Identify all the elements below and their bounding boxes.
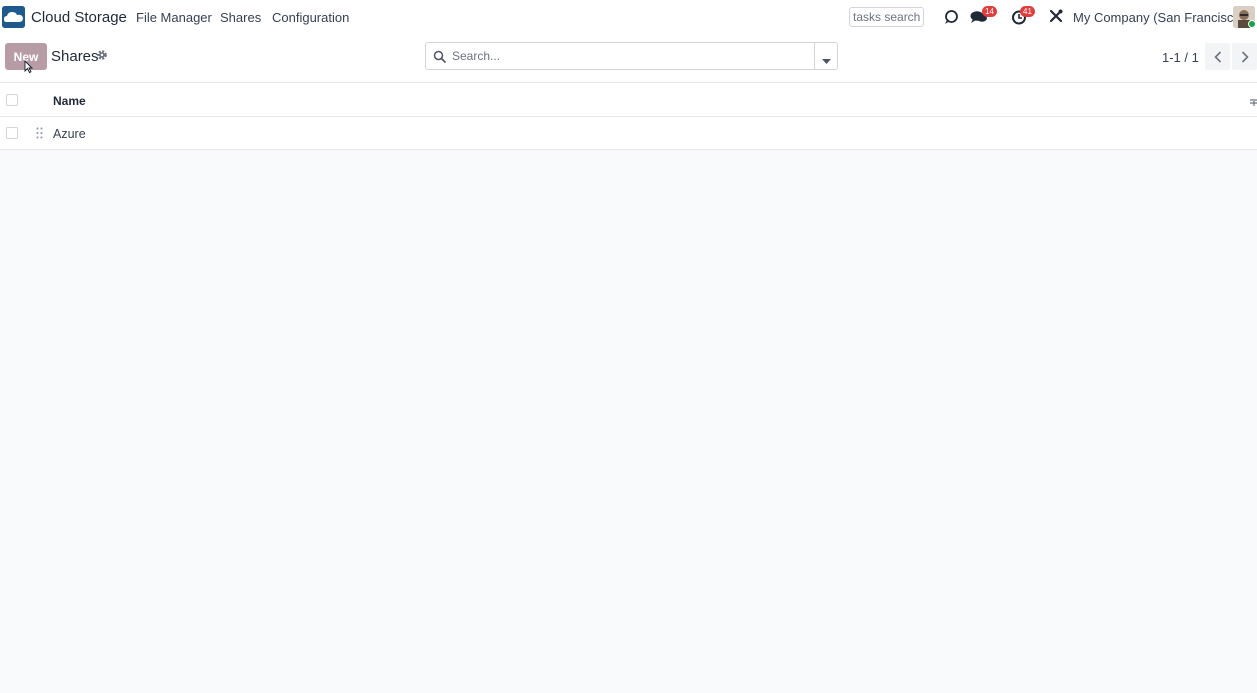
- chevron-left-icon: [1213, 50, 1221, 63]
- table-row[interactable]: Azure: [0, 117, 1257, 150]
- caret-down-icon[interactable]: [822, 53, 831, 68]
- messages-badge: 14: [982, 6, 997, 17]
- pager-previous-button[interactable]: [1205, 43, 1230, 70]
- pager-value[interactable]: 1-1 / 1: [1162, 50, 1199, 65]
- activities-badge: 41: [1020, 6, 1035, 17]
- search-bar: [425, 42, 838, 70]
- drag-handle-icon[interactable]: [36, 127, 43, 142]
- page-title: Shares: [51, 48, 99, 65]
- select-all-checkbox[interactable]: [6, 94, 18, 106]
- chevron-right-icon: [1241, 50, 1249, 63]
- settings-gear-icon[interactable]: [96, 49, 108, 64]
- search-divider: [814, 43, 815, 69]
- row-checkbox[interactable]: [6, 127, 18, 139]
- search-input[interactable]: [452, 47, 812, 65]
- menu-file-manager[interactable]: File Manager: [136, 10, 212, 25]
- cell-name[interactable]: Azure: [53, 127, 86, 141]
- top-navbar: Cloud Storage File Manager Shares Config…: [0, 0, 1257, 34]
- search-icon: [433, 50, 446, 66]
- tools-icon[interactable]: [1049, 9, 1063, 26]
- app-name[interactable]: Cloud Storage: [31, 9, 127, 26]
- cloud-logo-icon[interactable]: [2, 6, 25, 28]
- online-status-dot: [1248, 20, 1256, 28]
- tasks-search-input[interactable]: [849, 7, 924, 27]
- pager-next-button[interactable]: [1232, 43, 1257, 70]
- control-panel: New Shares 1-1 / 1: [0, 34, 1257, 83]
- company-switcher[interactable]: My Company (San Francisco): [1073, 10, 1245, 25]
- menu-shares[interactable]: Shares: [220, 10, 261, 25]
- optional-columns-icon[interactable]: [1249, 95, 1257, 110]
- column-header-name[interactable]: Name: [53, 94, 86, 108]
- menu-configuration[interactable]: Configuration: [272, 10, 349, 25]
- list-header: Name: [0, 83, 1257, 117]
- discuss-icon[interactable]: [943, 9, 959, 28]
- mouse-cursor-icon: [24, 59, 34, 76]
